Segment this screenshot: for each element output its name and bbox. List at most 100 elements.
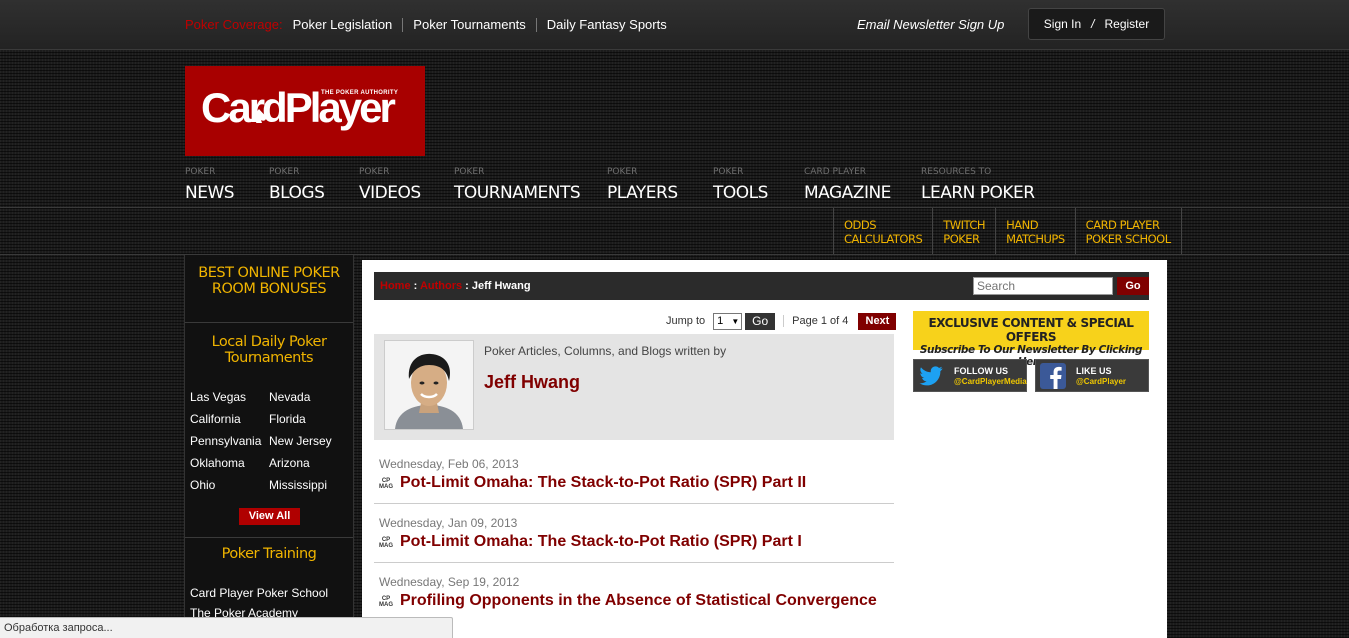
breadcrumb-home[interactable]: Home: [380, 280, 411, 292]
cp-mag-icon: CP MAG: [379, 478, 393, 490]
article-divider: [374, 562, 894, 563]
subnav-school-l1: CARD PLAYER: [1085, 218, 1160, 232]
nav-players-small: Poker: [607, 167, 638, 177]
twitter-handle: @CardPlayerMedia: [954, 377, 1027, 386]
left-sidebar: BEST ONLINE POKER ROOM BONUSES Local Dai…: [184, 255, 354, 638]
article-title-link[interactable]: Profiling Opponents in the Absence of St…: [400, 592, 877, 610]
nav-players[interactable]: Poker PLAYERS: [607, 166, 678, 204]
nav-tournaments[interactable]: Poker TOURNAMENTS: [454, 166, 581, 204]
nav-magazine[interactable]: Card Player MAGAZINE: [804, 166, 891, 204]
location-row: Pennsylvania New Jersey: [190, 434, 350, 456]
location-row: California Florida: [190, 412, 350, 434]
article-title-link[interactable]: Pot-Limit Omaha: The Stack-to-Pot Ratio …: [400, 474, 806, 492]
subnav-hand-matchups[interactable]: HAND MATCHUPS: [995, 208, 1075, 254]
nav-blogs[interactable]: Poker BLOGS: [269, 166, 325, 204]
poker-bonuses-heading[interactable]: BEST ONLINE POKER ROOM BONUSES: [185, 265, 353, 297]
article-divider: [374, 503, 894, 504]
subnav-poker-school[interactable]: CARD PLAYER POKER SCHOOL: [1074, 208, 1182, 254]
badge-mag: MAG: [379, 484, 393, 490]
subnav-twitch-l2: POKER: [943, 232, 980, 246]
facebook-like-button[interactable]: LIKE US @CardPlayer: [1035, 359, 1149, 392]
location-new-jersey[interactable]: New Jersey: [269, 434, 348, 456]
location-california[interactable]: California: [190, 412, 269, 434]
sign-in-link[interactable]: Sign In: [1044, 17, 1081, 31]
breadcrumb: Home : Authors : Jeff Hwang: [380, 280, 531, 292]
poker-bonuses-l1: BEST ONLINE POKER: [198, 265, 340, 281]
nav-blogs-small: Poker: [269, 167, 300, 177]
subnav-twitch-l1: TWITCH: [943, 218, 986, 232]
subnav-odds-l2: CALCULATORS: [844, 232, 923, 246]
main-content: Home : Authors : Jeff Hwang Go Jump to 1…: [362, 260, 1167, 638]
breadcrumb-authors[interactable]: Authors: [420, 280, 462, 292]
poker-legislation-link[interactable]: Poker Legislation: [293, 17, 403, 32]
breadcrumb-sep: :: [462, 280, 472, 292]
location-oklahoma[interactable]: Oklahoma: [190, 456, 269, 478]
article-date: Wednesday, Feb 06, 2013: [379, 457, 519, 471]
logo-tagline: THE POKER AUTHORITY: [321, 90, 399, 96]
pagination: Jump to 1 ▼ Go Page 1 of 4 Next: [666, 311, 897, 331]
nav-learn-poker[interactable]: Resources to LEARN POKER: [921, 166, 1035, 204]
cp-mag-icon: CP MAG: [379, 596, 393, 608]
register-link[interactable]: Register: [1105, 17, 1150, 31]
training-card-player-school[interactable]: Card Player Poker School: [190, 586, 328, 600]
auth-box: Sign In / Register: [1028, 8, 1165, 40]
search-input[interactable]: [973, 277, 1113, 295]
sidebar-divider: [185, 537, 353, 538]
nav-magazine-small: Card Player: [804, 167, 867, 177]
nav-learn-poker-label: LEARN POKER: [921, 183, 1035, 203]
location-list: Las Vegas Nevada California Florida Penn…: [190, 390, 350, 500]
jump-go-button[interactable]: Go: [745, 312, 776, 330]
badge-mag: MAG: [379, 602, 393, 608]
sub-nav: ODDS CALCULATORS TWITCH POKER HAND MATCH…: [833, 208, 1182, 254]
page-indicator: Page 1 of 4: [783, 315, 848, 327]
subnav-odds-calculators[interactable]: ODDS CALCULATORS: [833, 208, 932, 254]
poker-bonuses-l2: ROOM BONUSES: [211, 281, 327, 297]
newsletter-signup-link[interactable]: Email Newsletter Sign Up: [857, 17, 1004, 32]
auth-separator: /: [1091, 17, 1095, 31]
location-florida[interactable]: Florida: [269, 412, 348, 434]
location-pennsylvania[interactable]: Pennsylvania: [190, 434, 269, 456]
nav-tools[interactable]: Poker TOOLS: [713, 166, 768, 204]
browser-status-bar: Обработка запроса...: [0, 617, 453, 638]
location-row: Las Vegas Nevada: [190, 390, 350, 412]
page-select[interactable]: 1 ▼: [713, 312, 743, 330]
nav-magazine-label: MAGAZINE: [804, 183, 891, 203]
nav-players-label: PLAYERS: [607, 183, 678, 203]
sidebar-divider: [185, 322, 353, 323]
location-las-vegas[interactable]: Las Vegas: [190, 390, 269, 412]
location-nevada[interactable]: Nevada: [269, 390, 348, 412]
facebook-label: LIKE US: [1076, 366, 1112, 376]
location-arizona[interactable]: Arizona: [269, 456, 348, 478]
subnav-twitch-poker[interactable]: TWITCH POKER: [932, 208, 995, 254]
search-go-button[interactable]: Go: [1117, 277, 1149, 295]
author-box: Poker Articles, Columns, and Blogs writt…: [374, 334, 894, 440]
view-all-button[interactable]: View All: [239, 508, 300, 525]
location-row: Ohio Mississippi: [190, 478, 350, 500]
poker-coverage-links: Poker Coverage: Poker Legislation Poker …: [185, 17, 677, 32]
next-page-button[interactable]: Next: [858, 312, 897, 330]
location-mississippi[interactable]: Mississippi: [269, 478, 348, 500]
poker-training-heading: Poker Training: [221, 546, 317, 562]
cp-mag-icon: CP MAG: [379, 537, 393, 549]
twitter-follow-button[interactable]: FOLLOW US @CardPlayerMedia: [913, 359, 1027, 392]
cardplayer-logo[interactable]: CardPlayer THE POKER AUTHORITY: [185, 66, 425, 156]
daily-fantasy-sports-link[interactable]: Daily Fantasy Sports: [535, 17, 677, 32]
twitter-label: FOLLOW US: [954, 366, 1008, 376]
poker-tournaments-link[interactable]: Poker Tournaments: [402, 17, 536, 32]
nav-videos-label: VIDEOS: [359, 183, 421, 203]
local-tournaments-heading: Local Daily Poker Tournaments: [185, 334, 353, 366]
nav-tournaments-small: Poker: [454, 167, 485, 177]
breadcrumb-bar: Home : Authors : Jeff Hwang Go: [374, 272, 1149, 300]
nav-videos-small: Poker: [359, 167, 390, 177]
nav-news-label: NEWS: [185, 183, 235, 203]
nav-videos[interactable]: Poker VIDEOS: [359, 166, 421, 204]
newsletter-promo-banner[interactable]: EXCLUSIVE CONTENT & SPECIAL OFFERS Subsc…: [913, 311, 1149, 368]
subnav-hand-l2: MATCHUPS: [1006, 232, 1065, 246]
author-name: Jeff Hwang: [484, 372, 581, 392]
location-ohio[interactable]: Ohio: [190, 478, 269, 500]
author-subtitle: Poker Articles, Columns, and Blogs writt…: [484, 344, 727, 358]
article-title-link[interactable]: Pot-Limit Omaha: The Stack-to-Pot Ratio …: [400, 533, 802, 551]
nav-tournaments-label: TOURNAMENTS: [454, 183, 581, 203]
nav-news[interactable]: Poker NEWS: [185, 166, 235, 204]
top-bar: Poker Coverage: Poker Legislation Poker …: [0, 0, 1349, 50]
